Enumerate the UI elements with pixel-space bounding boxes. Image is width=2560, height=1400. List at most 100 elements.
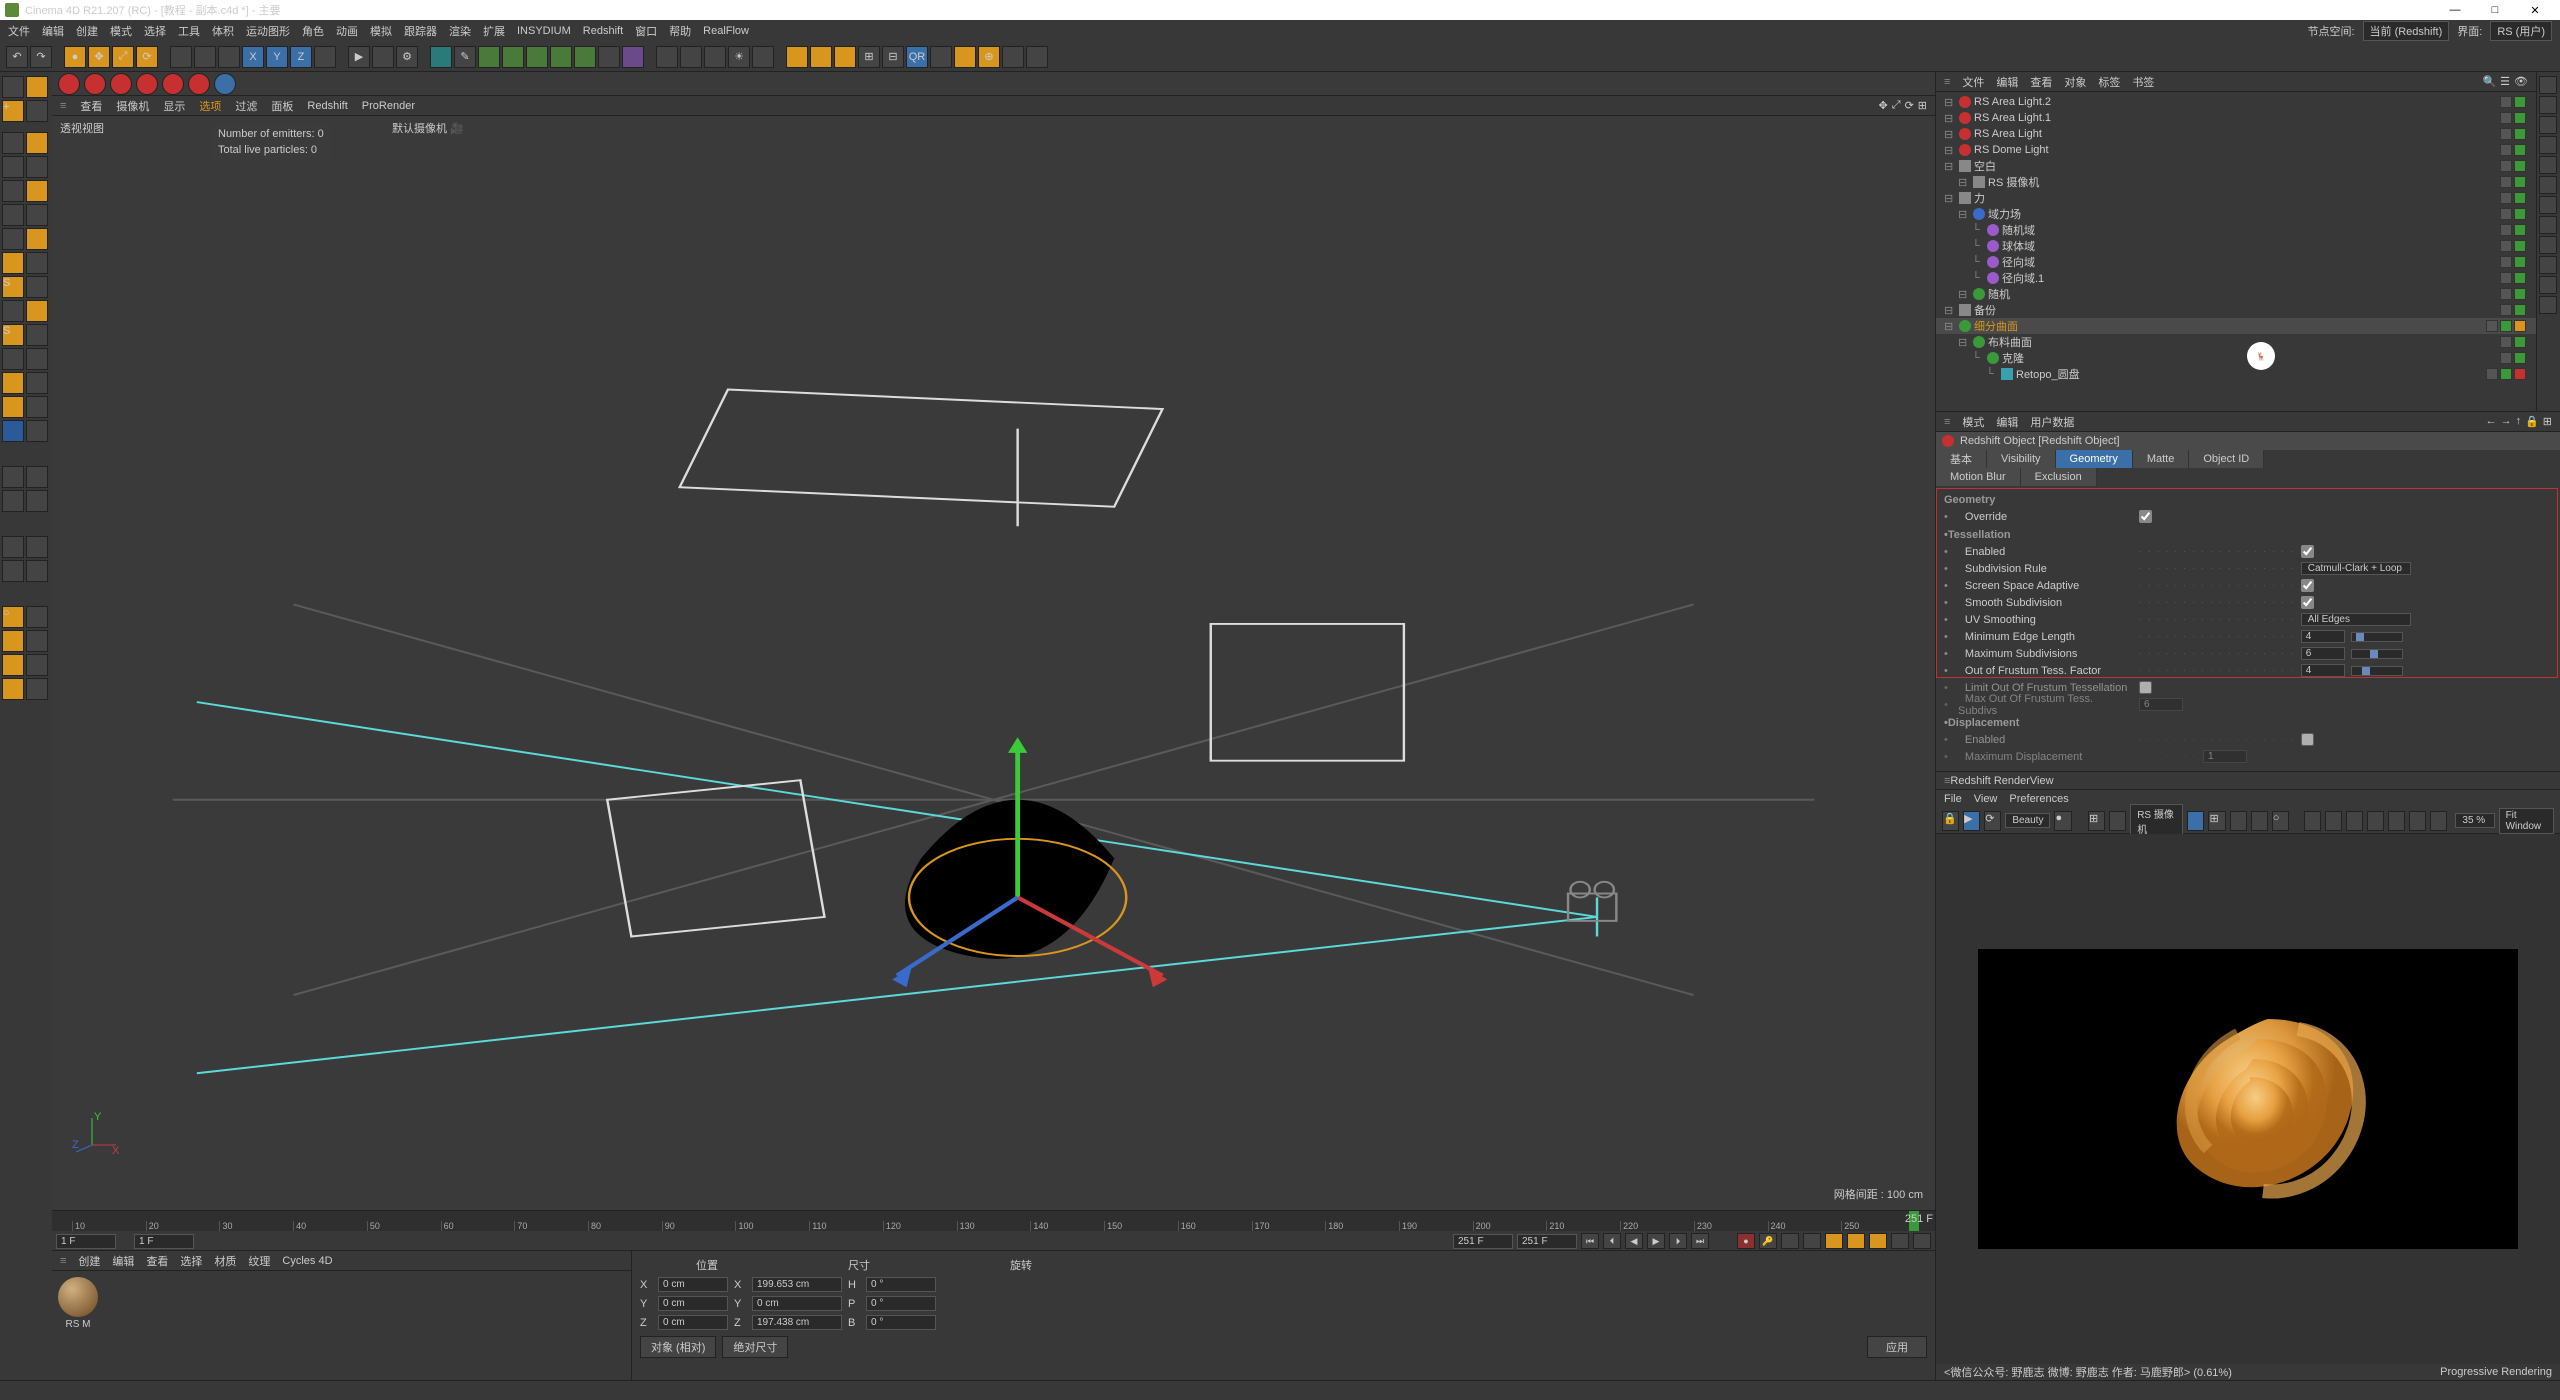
tool-button[interactable]: + (2, 100, 24, 122)
render-button[interactable] (2304, 811, 2321, 831)
min-edge-input[interactable]: 4 (2301, 630, 2345, 643)
render-region-button[interactable] (372, 46, 394, 68)
rotate-button[interactable]: ⟳ (136, 46, 158, 68)
key-button[interactable] (1869, 1233, 1887, 1249)
menu-create[interactable]: 创建 (76, 23, 98, 39)
tab-objectid[interactable]: Object ID (2189, 450, 2264, 468)
side-button[interactable] (2539, 236, 2557, 254)
rot-b-input[interactable]: 0 ° (866, 1315, 936, 1330)
menu-edit[interactable]: 编辑 (42, 23, 64, 39)
tool-button[interactable] (26, 560, 48, 582)
menu-select[interactable]: 选择 (144, 23, 166, 39)
step-fwd-button[interactable]: ⏵ (1669, 1233, 1687, 1249)
tool-button[interactable] (26, 606, 48, 628)
y-axis-button[interactable]: Y (266, 46, 288, 68)
tab-exclusion[interactable]: Exclusion (2021, 468, 2097, 486)
tool-button[interactable] (930, 46, 952, 68)
object-tags[interactable] (2486, 320, 2532, 332)
smooth-checkbox[interactable] (2301, 596, 2314, 609)
object-tags[interactable] (2500, 272, 2532, 284)
rot-p-input[interactable]: 0 ° (866, 1296, 936, 1311)
menu-animate[interactable]: 动画 (336, 23, 358, 39)
fit-dropdown[interactable]: Fit Window (2499, 808, 2555, 834)
fwd-icon[interactable]: → (2501, 415, 2512, 428)
point-mode-button[interactable] (2, 132, 24, 154)
tool-button[interactable] (2, 396, 24, 418)
size-z-input[interactable]: 197.438 cm (752, 1315, 842, 1330)
menu-redshift[interactable]: Redshift (583, 25, 623, 37)
vp-menu-camera[interactable]: 摄像机 (116, 98, 149, 114)
om-menu-view[interactable]: 查看 (2030, 74, 2052, 90)
subdiv-rule-dropdown[interactable]: Catmull-Clark + Loop (2301, 562, 2411, 575)
tool-button[interactable] (26, 100, 48, 122)
key-button[interactable] (1803, 1233, 1821, 1249)
tool-button[interactable] (194, 46, 216, 68)
key-button[interactable] (1847, 1233, 1865, 1249)
tool-button[interactable] (680, 46, 702, 68)
tool-button[interactable]: ⊞ (858, 46, 880, 68)
object-row[interactable]: └Retopo_圆盘 (1936, 366, 2536, 382)
apply-button[interactable]: 应用 (1867, 1336, 1927, 1358)
om-menu-file[interactable]: 文件 (1962, 74, 1984, 90)
goto-end-button[interactable]: ⏭ (1691, 1233, 1709, 1249)
object-tree[interactable]: ⊟RS Area Light.2⊟RS Area Light.1⊟RS Area… (1936, 92, 2536, 411)
size-mode-dropdown[interactable]: 绝对尺寸 (722, 1336, 788, 1358)
object-row[interactable]: └随机域 (1936, 222, 2536, 238)
rs-button[interactable] (58, 73, 80, 95)
up-icon[interactable]: ↑ (2516, 415, 2522, 428)
search-icon[interactable]: 🔍 (2482, 75, 2496, 88)
tool-button[interactable] (834, 46, 856, 68)
object-tags[interactable] (2500, 192, 2532, 204)
deformer-button[interactable] (502, 46, 524, 68)
om-menu-tags[interactable]: 标签 (2098, 74, 2120, 90)
om-menu-bookmarks[interactable]: 书签 (2132, 74, 2154, 90)
edge-mode-button[interactable] (2, 156, 24, 178)
render-button[interactable]: ○ (2272, 811, 2289, 831)
render-menu-file[interactable]: File (1944, 793, 1962, 805)
tool-button[interactable] (170, 46, 192, 68)
close-button[interactable]: ✕ (2515, 4, 2555, 17)
vp-menu-redshift[interactable]: Redshift (307, 100, 347, 112)
tool-button[interactable] (26, 324, 48, 346)
coord-mode-dropdown[interactable]: 对象 (相对) (640, 1336, 716, 1358)
render-button[interactable] (2109, 811, 2126, 831)
record-button[interactable]: ● (1737, 1233, 1755, 1249)
autokey-button[interactable]: 🔑 (1759, 1233, 1777, 1249)
rs-button[interactable] (84, 73, 106, 95)
uv-smoothing-dropdown[interactable]: All Edges (2301, 613, 2411, 626)
object-row[interactable]: ⊟随机 (1936, 286, 2536, 302)
menu-character[interactable]: 角色 (302, 23, 324, 39)
mat-menu-edit[interactable]: 编辑 (112, 1253, 134, 1269)
menu-simulate[interactable]: 模拟 (370, 23, 392, 39)
vp-nav-icon[interactable]: ⊞ (1918, 99, 1927, 112)
tab-visibility[interactable]: Visibility (1987, 450, 2056, 468)
side-button[interactable] (2539, 196, 2557, 214)
vp-menu-options[interactable]: 选项 (199, 98, 221, 114)
tool-button[interactable] (752, 46, 774, 68)
pos-x-input[interactable]: 0 cm (658, 1277, 728, 1292)
om-menu-edit[interactable]: 编辑 (1996, 74, 2018, 90)
material-name[interactable]: RS M (58, 1319, 98, 1330)
menu-mode[interactable]: 模式 (110, 23, 132, 39)
menu-render[interactable]: 渲染 (449, 23, 471, 39)
menu-extensions[interactable]: 扩展 (483, 23, 505, 39)
tab-motionblur[interactable]: Motion Blur (1936, 468, 2021, 486)
vp-nav-icon[interactable]: ⟳ (1905, 99, 1914, 112)
tool-button[interactable] (26, 654, 48, 676)
render-button[interactable] (2251, 811, 2268, 831)
menu-icon[interactable]: ⊞ (2543, 415, 2552, 428)
object-tags[interactable] (2500, 208, 2532, 220)
tool-button[interactable] (26, 228, 48, 250)
tool-button[interactable] (786, 46, 808, 68)
scale-button[interactable]: ⤢ (112, 46, 134, 68)
tool-button[interactable] (26, 630, 48, 652)
viewport-canvas[interactable]: 透视视图 默认摄像机 🎥 Number of emitters: 0 Total… (52, 116, 1935, 1210)
override-checkbox[interactable] (2139, 510, 2152, 523)
tool-button[interactable] (2, 678, 24, 700)
camera-button[interactable] (550, 46, 572, 68)
object-tags[interactable] (2500, 240, 2532, 252)
mat-menu-select[interactable]: 选择 (180, 1253, 202, 1269)
light-button[interactable] (574, 46, 596, 68)
x-axis-button[interactable]: X (242, 46, 264, 68)
zoom-input[interactable]: 35 % (2455, 813, 2494, 828)
